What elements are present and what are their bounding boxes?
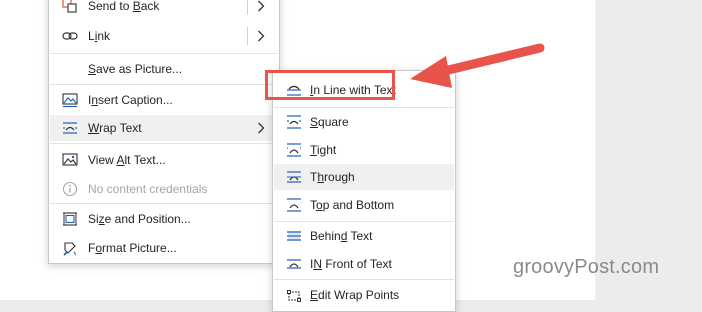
watermark: groovyPost.com <box>513 256 660 278</box>
annotation-arrow-icon <box>410 43 545 88</box>
